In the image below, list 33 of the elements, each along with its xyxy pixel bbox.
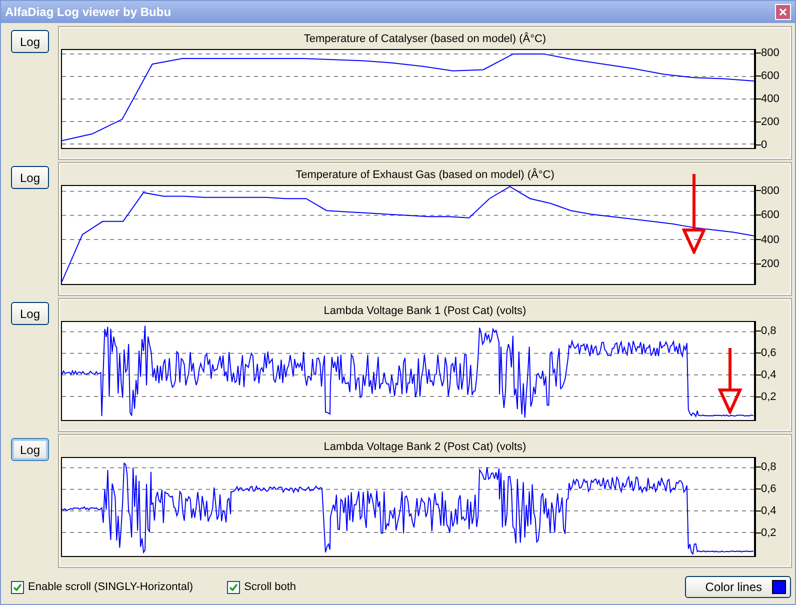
chart-title: Temperature of Exhaust Gas (based on model) (Â°C) <box>296 168 554 180</box>
log-button[interactable]: Log <box>11 30 49 53</box>
window-title: AlfaDiag Log viewer by Bubu <box>5 5 172 19</box>
axis-tick-label: 0,8 <box>761 461 776 473</box>
axis-tick-label: 0,8 <box>761 325 776 337</box>
log-button[interactable]: Log <box>11 302 49 325</box>
axis-tick-label: 400 <box>761 93 780 105</box>
axis-tick-label: 400 <box>761 234 780 246</box>
axis-tick-label: 0,2 <box>761 391 776 403</box>
axis-tick-label: 600 <box>761 70 780 82</box>
color-swatch <box>772 580 786 594</box>
axis-tick-label: 600 <box>761 209 780 222</box>
checkbox-label: Enable scroll (SINGLY-Horizontal) <box>28 581 194 593</box>
axis-tick-label: 0,6 <box>761 483 776 495</box>
log-button[interactable]: Log <box>11 438 49 461</box>
log-button[interactable]: Log <box>11 166 49 189</box>
chart-title: Lambda Voltage Bank 1 (Post Cat) (volts) <box>324 304 526 316</box>
axis-tick-label: 0,4 <box>761 369 776 381</box>
checkbox[interactable] <box>11 580 24 594</box>
chart-title: Lambda Voltage Bank 2 (Post Cat) (volts) <box>324 440 526 452</box>
axis-tick-label: 0,4 <box>761 505 776 517</box>
color-lines-button[interactable]: Color lines <box>685 576 791 598</box>
checkbox-label: Scroll both <box>244 581 296 593</box>
axis-tick-label: 0,2 <box>761 527 776 539</box>
axis-tick-label: 200 <box>761 116 780 128</box>
axis-tick-label: 800 <box>761 184 780 196</box>
axis-tick-label: 200 <box>761 258 780 270</box>
checkbox[interactable] <box>227 580 240 594</box>
close-icon[interactable] <box>775 4 791 20</box>
axis-tick-label: 0,6 <box>761 347 776 359</box>
chart-title: Temperature of Catalyser (based on model) (Â°C) <box>304 32 546 44</box>
axis-tick-label: 0 <box>761 138 768 151</box>
axis-tick-label: 800 <box>761 47 780 60</box>
